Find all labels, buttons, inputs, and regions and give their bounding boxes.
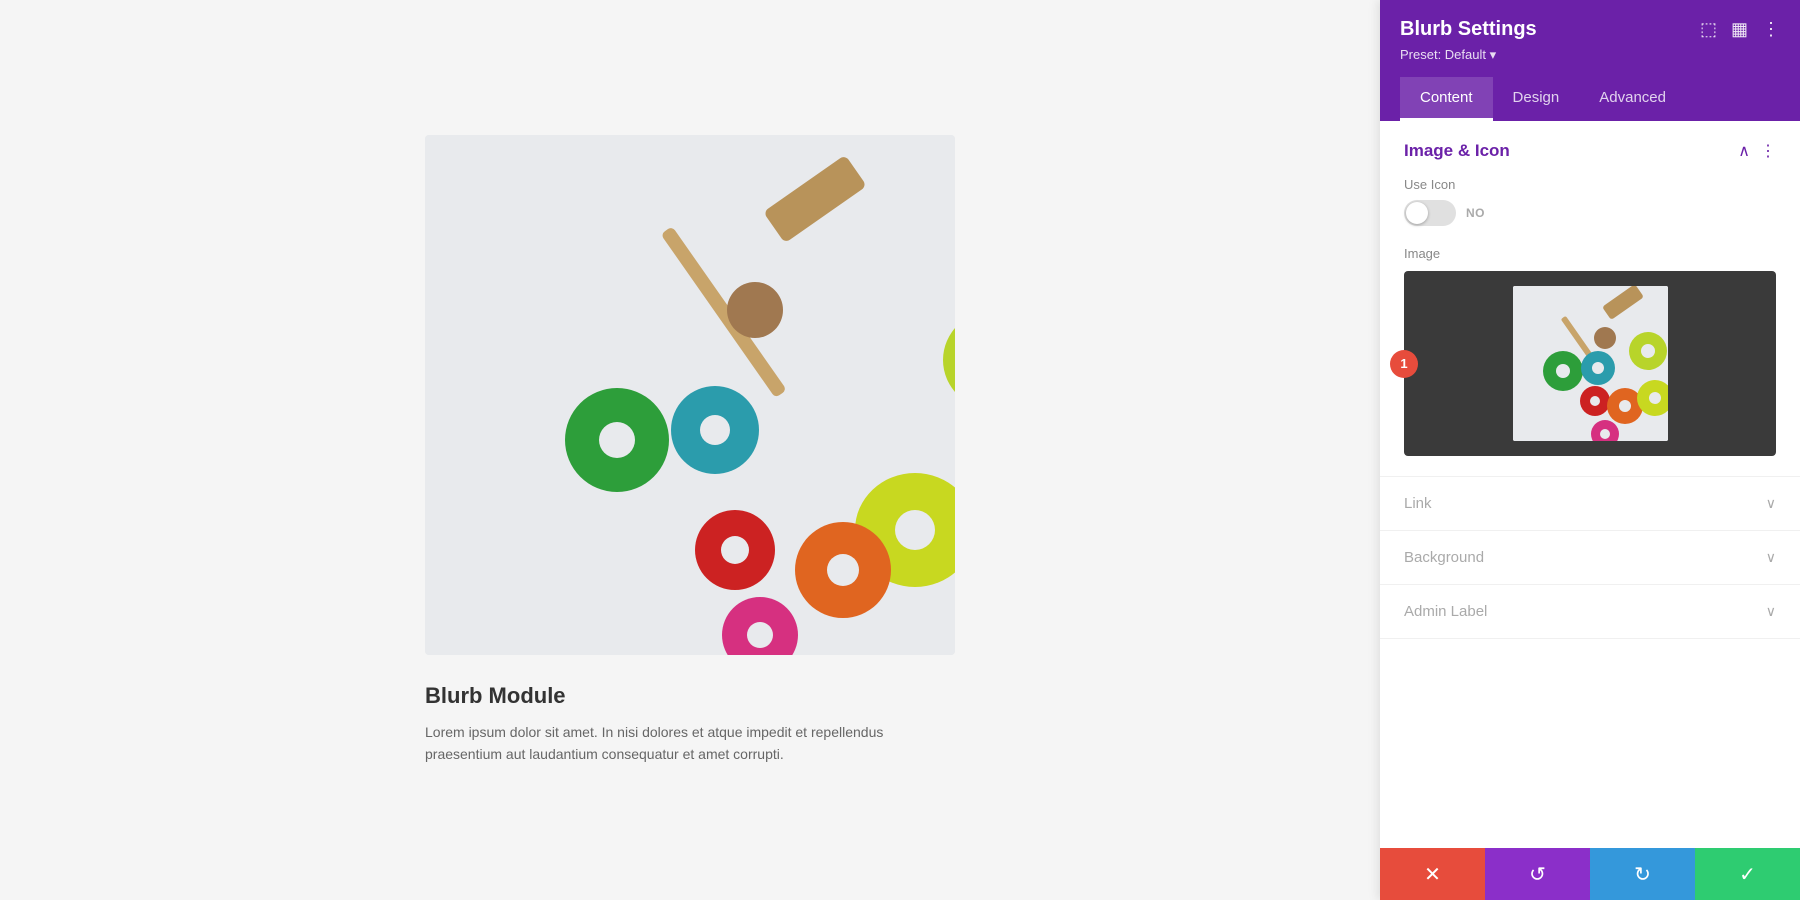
tab-content[interactable]: Content <box>1400 77 1493 121</box>
preview-area: Blurb Module Lorem ipsum dolor sit amet.… <box>0 0 1380 900</box>
action-bar: ✕ ↺ ↻ ✓ <box>1380 848 1800 900</box>
columns-icon[interactable]: ▦ <box>1731 19 1748 40</box>
cancel-button[interactable]: ✕ <box>1380 848 1485 900</box>
background-section-title: Background <box>1404 549 1484 566</box>
section-title: Image & Icon <box>1404 141 1510 161</box>
undo-icon: ↺ <box>1529 862 1546 887</box>
admin-label-chevron-icon: ∨ <box>1766 603 1776 620</box>
link-section-title: Link <box>1404 495 1432 512</box>
toggle-knob <box>1406 202 1428 224</box>
preview-description: Lorem ipsum dolor sit amet. In nisi dolo… <box>425 721 955 766</box>
link-chevron-icon: ∨ <box>1766 495 1776 512</box>
image-field-wrapper: 1 <box>1404 271 1776 456</box>
tab-advanced[interactable]: Advanced <box>1579 77 1686 121</box>
panel-body: Image & Icon ∧ ⋮ Use Icon NO Image 1 <box>1380 121 1800 848</box>
preview-title: Blurb Module <box>425 683 955 709</box>
toggle-state-label: NO <box>1466 206 1485 220</box>
use-icon-label: Use Icon <box>1404 177 1776 192</box>
redo-button[interactable]: ↻ <box>1590 848 1695 900</box>
panel-header-top: Blurb Settings ⬚ ▦ ⋮ <box>1400 18 1780 41</box>
save-icon: ✓ <box>1739 862 1756 887</box>
image-upload-area[interactable] <box>1404 271 1776 456</box>
fullscreen-icon[interactable]: ⬚ <box>1700 19 1717 40</box>
redo-icon: ↻ <box>1634 862 1651 887</box>
panel-header-icons: ⬚ ▦ ⋮ <box>1700 19 1780 40</box>
preview-text: Blurb Module Lorem ipsum dolor sit amet.… <box>425 683 955 766</box>
link-section[interactable]: Link ∨ <box>1380 477 1800 531</box>
section-header-icons: ∧ ⋮ <box>1738 141 1776 161</box>
preview-image <box>425 135 955 655</box>
use-icon-toggle[interactable] <box>1404 200 1456 226</box>
badge-1: 1 <box>1390 350 1418 378</box>
admin-label-section[interactable]: Admin Label ∨ <box>1380 585 1800 639</box>
tab-design[interactable]: Design <box>1493 77 1580 121</box>
collapse-icon[interactable]: ∧ <box>1738 141 1750 161</box>
image-icon-section: Image & Icon ∧ ⋮ Use Icon NO Image 1 <box>1380 121 1800 477</box>
section-more-icon[interactable]: ⋮ <box>1760 141 1776 161</box>
save-button[interactable]: ✓ <box>1695 848 1800 900</box>
background-section[interactable]: Background ∨ <box>1380 531 1800 585</box>
section-header: Image & Icon ∧ ⋮ <box>1404 141 1776 161</box>
image-thumbnail-container <box>1513 286 1668 441</box>
panel-tabs: Content Design Advanced <box>1400 77 1780 121</box>
cancel-icon: ✕ <box>1424 862 1441 887</box>
background-chevron-icon: ∨ <box>1766 549 1776 566</box>
panel-preset[interactable]: Preset: Default ▾ <box>1400 47 1780 63</box>
image-thumbnail-svg <box>1513 286 1668 441</box>
settings-panel: Blurb Settings ⬚ ▦ ⋮ Preset: Default ▾ C… <box>1380 0 1800 900</box>
image-label: Image <box>1404 246 1776 261</box>
panel-title: Blurb Settings <box>1400 18 1537 41</box>
undo-button[interactable]: ↺ <box>1485 848 1590 900</box>
toggle-container: NO <box>1404 200 1776 226</box>
admin-label-section-title: Admin Label <box>1404 603 1487 620</box>
panel-header: Blurb Settings ⬚ ▦ ⋮ Preset: Default ▾ C… <box>1380 0 1800 121</box>
more-options-icon[interactable]: ⋮ <box>1762 19 1780 40</box>
